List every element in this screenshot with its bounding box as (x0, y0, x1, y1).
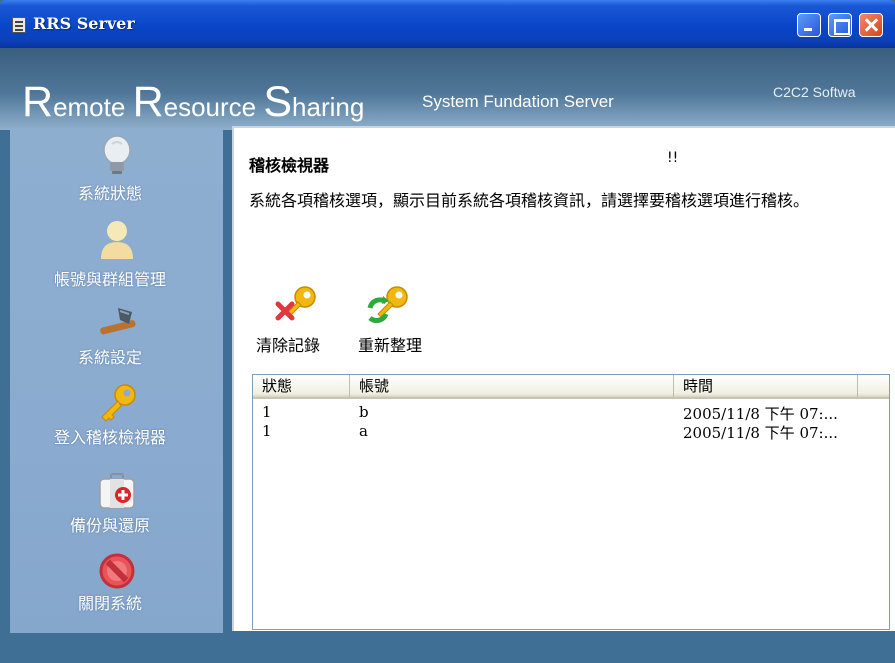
banner-company: C2C2 Softwa (773, 84, 856, 100)
sidebar-item-label: 關閉系統 (77, 594, 142, 613)
sidebar-item-audit-viewer[interactable]: 登入稽核檢視器 (10, 382, 223, 462)
sidebar-item-label: 系統狀態 (77, 184, 142, 203)
sidebar: 系統狀態 帳號與群組管理 系統設定 登入稽核檢視器 備份與還原 關閉系統 (10, 128, 223, 633)
lightbulb-icon (102, 135, 131, 174)
title-bar[interactable]: RRS Server (0, 0, 895, 48)
sidebar-item-label: 登入稽核檢視器 (53, 428, 166, 447)
sidebar-item-account-group[interactable]: 帳號與群組管理 (10, 216, 223, 296)
column-header-filler (858, 375, 889, 397)
sidebar-item-backup-restore[interactable]: 備份與還原 (10, 468, 223, 548)
sidebar-item-system-settings[interactable]: 系統設定 (10, 300, 223, 380)
sidebar-item-label: 備份與還原 (69, 516, 150, 535)
maximize-icon[interactable] (828, 13, 852, 37)
banner-title-letter: R (132, 78, 164, 126)
window-title: RRS Server (33, 14, 135, 33)
notice-mark: !! (667, 150, 679, 166)
app-window: RRS Server Remote Resource Sharing Syste… (0, 0, 895, 663)
clear-records-label: 清除記錄 (256, 336, 321, 355)
no-entry-icon (99, 553, 134, 589)
column-header-status[interactable]: 狀態 (253, 375, 350, 397)
page-title: 稽核檢視器 (249, 156, 330, 175)
cell-status: 1 (262, 422, 272, 440)
banner-subtitle: System Fundation Server (422, 92, 614, 111)
key-refresh-icon (367, 286, 408, 323)
table-row[interactable]: 1 a 2005/11/8 下午 07:... (253, 422, 889, 442)
cell-status: 1 (262, 403, 272, 421)
cell-time: 2005/11/8 下午 07:... (683, 405, 838, 423)
sidebar-item-label: 系統設定 (77, 348, 142, 367)
column-header-account[interactable]: 帳號 (350, 375, 674, 397)
banner-title: Remote Resource Sharing (22, 78, 364, 127)
key-icon (100, 384, 136, 422)
banner-title-word: emote (53, 92, 133, 122)
banner-title-letter: S (263, 78, 293, 126)
banner-title-word: haring (292, 92, 365, 122)
content-panel: 稽核檢視器 !! 系統各項稽核選項，顯示目前系統各項稽核資訊，請選擇要稽核選項進… (232, 126, 895, 631)
hammer-icon (99, 308, 136, 335)
sidebar-item-label: 帳號與群組管理 (53, 270, 166, 289)
close-icon[interactable] (859, 13, 883, 37)
refresh-label: 重新整理 (358, 336, 423, 355)
app-icon[interactable] (12, 17, 26, 33)
banner-title-word: esource (163, 92, 264, 122)
clear-records-button[interactable]: 清除記錄 (256, 284, 346, 364)
cell-time: 2005/11/8 下午 07:... (683, 424, 838, 442)
sidebar-item-shutdown[interactable]: 關閉系統 (10, 550, 223, 630)
cell-account: b (359, 403, 369, 421)
sidebar-item-system-status[interactable]: 系統狀態 (10, 132, 223, 212)
cell-account: a (359, 422, 368, 440)
key-delete-icon (275, 286, 316, 321)
minimize-icon[interactable] (797, 13, 821, 37)
refresh-button[interactable]: 重新整理 (358, 284, 448, 364)
column-header-time[interactable]: 時間 (674, 375, 858, 397)
banner-title-letter: R (22, 78, 54, 126)
audit-list[interactable]: 狀態 帳號 時間 1 b 2005/11/8 下午 07:... 1 a 200… (252, 374, 890, 630)
list-header: 狀態 帳號 時間 (253, 375, 889, 399)
first-aid-kit-icon (98, 473, 135, 509)
user-icon (100, 221, 133, 259)
page-description: 系統各項稽核選項，顯示目前系統各項稽核資訊，請選擇要稽核選項進行稽核。 (249, 191, 810, 210)
status-strip (0, 633, 895, 663)
table-row[interactable]: 1 b 2005/11/8 下午 07:... (253, 403, 889, 423)
